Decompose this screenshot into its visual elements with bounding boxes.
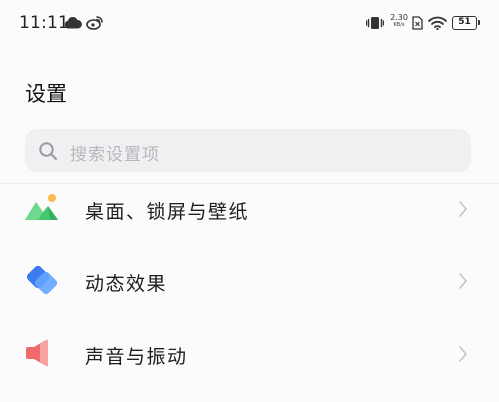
network-speed-value: 2.30 xyxy=(390,13,408,22)
search-input[interactable]: 搜索设置项 xyxy=(25,129,471,172)
search-icon xyxy=(39,142,58,161)
status-time: 11:11 xyxy=(19,13,69,33)
settings-item-desktop-lockscreen-wallpaper[interactable]: 桌面、锁屏与壁纸 xyxy=(0,173,499,245)
wallpaper-icon xyxy=(25,194,58,220)
battery-icon: 51 xyxy=(452,16,480,30)
settings-item-label: 桌面、锁屏与壁纸 xyxy=(85,201,250,223)
settings-item-label: 动态效果 xyxy=(85,273,168,295)
chevron-right-icon xyxy=(459,273,467,289)
sim-icon xyxy=(412,16,423,30)
cloud-icon xyxy=(64,16,82,29)
search-placeholder: 搜索设置项 xyxy=(70,145,160,165)
page-title: 设置 xyxy=(25,82,67,106)
network-speed: 2.30 KB/s xyxy=(388,13,410,29)
settings-item-sound-vibration[interactable]: 声音与振动 xyxy=(0,318,499,390)
wifi-icon xyxy=(428,16,447,30)
settings-item-label: 声音与振动 xyxy=(85,346,188,368)
vibrate-icon xyxy=(366,17,384,29)
chevron-right-icon xyxy=(459,346,467,362)
dynamic-effect-icon xyxy=(26,265,58,295)
chevron-right-icon xyxy=(459,201,467,217)
sound-icon xyxy=(26,339,48,367)
weibo-icon xyxy=(86,16,103,30)
status-bar: 11:11 2.30 KB/s 51 xyxy=(0,0,499,48)
network-speed-unit: KB/s xyxy=(393,22,405,28)
settings-item-dynamic-effects[interactable]: 动态效果 xyxy=(0,245,499,317)
